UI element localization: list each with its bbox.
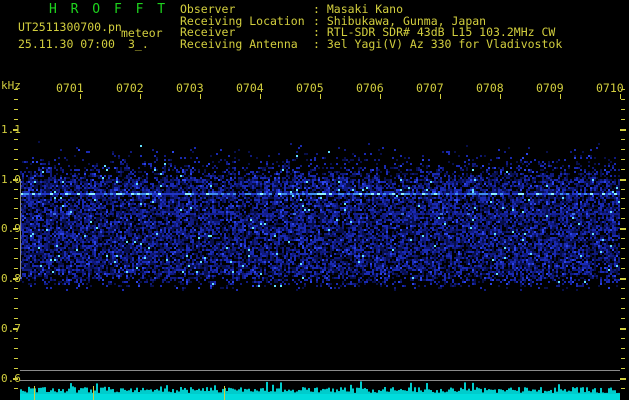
y-axis-tick-left bbox=[14, 159, 18, 160]
y-axis-tick-left bbox=[14, 99, 18, 100]
y-axis-tick-right bbox=[621, 368, 625, 369]
y-axis-tick-right bbox=[620, 129, 626, 131]
y-axis-tick-right bbox=[621, 288, 625, 289]
y-axis-tick-left bbox=[14, 139, 18, 140]
y-axis-tick-right bbox=[621, 119, 625, 120]
y-axis-tick-right bbox=[621, 218, 625, 219]
metadata-block: Observer: Masaki KanoReceiving Location:… bbox=[180, 4, 562, 50]
y-axis-tick-left bbox=[14, 298, 18, 299]
y-axis-label: 0.9 bbox=[1, 222, 21, 235]
y-axis-tick-left bbox=[14, 268, 18, 269]
y-axis-tick-left bbox=[14, 318, 18, 319]
y-axis-tick-left bbox=[14, 89, 18, 90]
y-axis-tick-right bbox=[621, 109, 625, 110]
y-axis-tick-right bbox=[621, 388, 625, 389]
y-axis-label: 0.8 bbox=[1, 272, 21, 285]
y-axis-tick-right bbox=[621, 258, 625, 259]
metadata-label: Receiving Antenna bbox=[180, 39, 313, 51]
y-axis-tick-left bbox=[14, 189, 18, 190]
y-axis-tick-right bbox=[621, 198, 625, 199]
frequency-unit-label: kHz bbox=[1, 79, 21, 92]
y-axis-tick-right bbox=[621, 348, 625, 349]
y-axis-tick-left bbox=[14, 169, 18, 170]
y-axis-tick-right bbox=[620, 378, 626, 380]
y-axis-tick-left bbox=[14, 368, 18, 369]
y-axis-tick-right bbox=[621, 308, 625, 309]
y-axis-tick-left bbox=[14, 308, 18, 309]
app-title: H R O F F T bbox=[49, 2, 168, 17]
metadata-value: : 3el Yagi(V) Az 330 for Vladivostok bbox=[313, 39, 562, 51]
y-axis-tick-right bbox=[621, 159, 625, 160]
y-axis-tick-left bbox=[14, 109, 18, 110]
y-axis-tick-left bbox=[14, 348, 18, 349]
y-axis-label: 1.1 bbox=[1, 123, 21, 136]
y-axis-tick-right bbox=[621, 99, 625, 100]
y-axis-tick-right bbox=[620, 278, 626, 280]
y-axis-tick-left bbox=[14, 149, 18, 150]
y-axis-tick-right bbox=[621, 139, 625, 140]
y-axis-tick-right bbox=[621, 208, 625, 209]
y-axis-tick-right bbox=[621, 238, 625, 239]
y-axis-tick-left bbox=[14, 238, 18, 239]
y-axis-tick-left bbox=[14, 208, 18, 209]
hrofft-screen: H R O F F T UT2511300700.pn meteor 25.11… bbox=[0, 0, 629, 400]
y-axis-label: 0.7 bbox=[1, 322, 21, 335]
y-axis-tick-right bbox=[620, 328, 626, 330]
y-axis-tick-right bbox=[621, 358, 625, 359]
y-axis-tick-left bbox=[14, 258, 18, 259]
metadata-row: Receiving Antenna: 3el Yagi(V) Az 330 fo… bbox=[180, 39, 562, 51]
y-axis-label: 0.6 bbox=[1, 372, 21, 385]
y-axis-tick-right bbox=[621, 169, 625, 170]
y-axis-tick-left bbox=[14, 288, 18, 289]
y-axis-tick-right bbox=[621, 318, 625, 319]
y-axis-tick-right bbox=[621, 298, 625, 299]
y-axis-tick-left bbox=[14, 388, 18, 389]
y-axis-tick-left bbox=[14, 198, 18, 199]
y-axis-tick-left bbox=[14, 338, 18, 339]
datetime-label: 25.11.30 07:00 bbox=[18, 37, 115, 51]
y-axis-tick-left bbox=[14, 358, 18, 359]
spectrogram-canvas bbox=[20, 90, 620, 400]
y-axis-tick-left bbox=[14, 218, 18, 219]
y-axis-tick-right bbox=[620, 179, 626, 181]
y-axis-tick-right bbox=[621, 189, 625, 190]
y-axis-tick-left bbox=[14, 119, 18, 120]
y-axis-tick-right bbox=[621, 149, 625, 150]
y-axis-tick-right bbox=[621, 89, 625, 90]
y-axis-tick-left bbox=[14, 248, 18, 249]
y-axis-label: 1.0 bbox=[1, 173, 21, 186]
y-axis-tick-right bbox=[621, 338, 625, 339]
y-axis-tick-right bbox=[620, 228, 626, 230]
status-indicator: 3_. bbox=[128, 37, 149, 51]
y-axis-tick-right bbox=[621, 248, 625, 249]
capture-filename: UT2511300700.pn bbox=[18, 20, 122, 34]
y-axis-tick-right bbox=[621, 268, 625, 269]
